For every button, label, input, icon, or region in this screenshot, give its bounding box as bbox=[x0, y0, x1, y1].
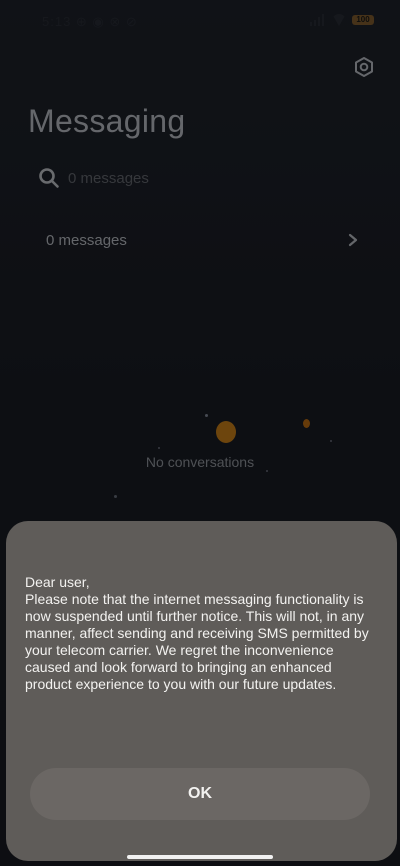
dialog-greeting: Dear user, bbox=[25, 574, 90, 590]
ok-button[interactable]: OK bbox=[30, 768, 370, 820]
dialog-message: Dear user, Please note that the internet… bbox=[25, 574, 379, 693]
suspension-notice-dialog: Dear user, Please note that the internet… bbox=[6, 521, 397, 861]
home-indicator[interactable] bbox=[127, 855, 273, 859]
dialog-body: Please note that the internet messaging … bbox=[25, 591, 369, 692]
